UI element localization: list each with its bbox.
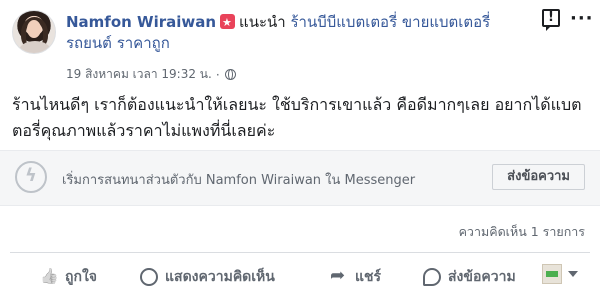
message-icon [423, 268, 441, 286]
globe-icon[interactable] [224, 69, 236, 80]
share-button[interactable]: แชร์ [330, 265, 382, 288]
post-header: Namfon Wiraiwanแนะนำ ร้านบีบีแบตเตอรี่ ข… [66, 12, 526, 54]
avatar-body [19, 41, 51, 53]
comment-button[interactable]: แสดงความคิดเห็น [140, 266, 275, 288]
like-button[interactable]: ถูกใจ [40, 266, 97, 288]
page-selector[interactable] [542, 264, 578, 284]
author-avatar[interactable] [12, 10, 56, 54]
share-label: แชร์ [355, 269, 382, 285]
post-timestamp[interactable]: 19 สิงหาคม เวลา 19:32 น. [66, 65, 212, 84]
chevron-down-icon [568, 271, 578, 277]
message-label: ส่งข้อความ [448, 269, 516, 285]
post-body: ร้านไหนดีๆ เราก็ต้องแนะนำให้เลยนะ ใช้บริ… [12, 95, 582, 140]
report-icon[interactable]: ! [542, 9, 560, 31]
comment-label: แสดงความคิดเห็น [165, 269, 275, 285]
messenger-prompt: เริ่มการสนทนาส่วนตัวกับ Namfon Wiraiwan … [62, 173, 416, 188]
author-name[interactable]: Namfon Wiraiwan [66, 13, 216, 31]
divider [10, 252, 590, 253]
share-icon [330, 265, 348, 286]
like-label: ถูกใจ [65, 269, 97, 285]
meta-separator: · [215, 67, 220, 82]
comments-count[interactable]: ความคิดเห็น 1 รายการ [459, 222, 585, 242]
action-bar: ถูกใจ แสดงความคิดเห็น แชร์ ส่งข้อความ [0, 258, 600, 292]
comment-icon [140, 268, 158, 286]
messenger-box: เริ่มการสนทนาส่วนตัวกับ Namfon Wiraiwan … [0, 150, 600, 206]
recommend-action: แนะนำ [239, 13, 286, 31]
recommend-star-icon [220, 12, 236, 33]
messenger-icon [15, 161, 47, 193]
post-meta: 19 สิงหาคม เวลา 19:32 น. · [66, 65, 236, 84]
page-thumbnail [542, 264, 562, 284]
avatar-face [27, 20, 41, 38]
send-message-button[interactable]: ส่งข้อความ [492, 164, 585, 190]
more-icon[interactable]: ··· [570, 8, 594, 29]
thumbs-up-icon [40, 268, 58, 286]
message-button[interactable]: ส่งข้อความ [423, 266, 516, 288]
